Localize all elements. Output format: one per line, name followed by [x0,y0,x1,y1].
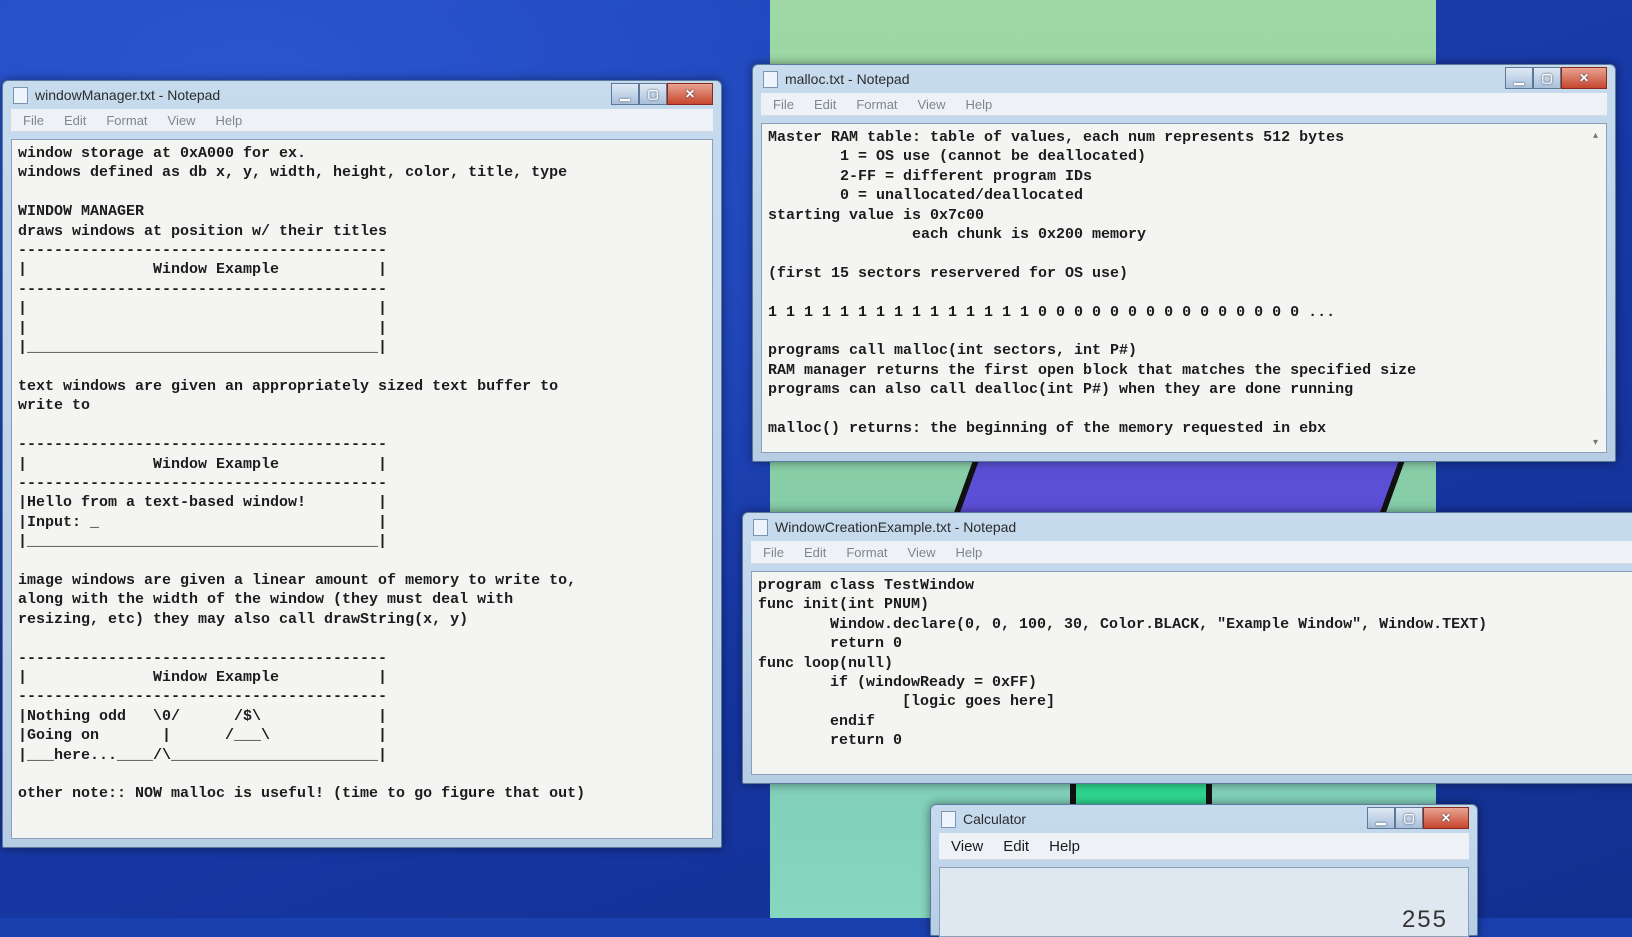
notepad-icon [753,519,768,536]
maximize-button[interactable]: ▢ [1533,67,1561,89]
notepad-window-window-manager[interactable]: windowManager.txt - Notepad ▁ ▢ ✕ File E… [2,80,722,848]
title-bar[interactable]: WindowCreationExample.txt - Notepad [743,513,1632,541]
maximize-icon: ▢ [1403,811,1415,825]
menu-view[interactable]: View [908,545,936,560]
menu-view[interactable]: View [951,838,983,855]
menu-bar: File Edit Format View Help [751,541,1632,564]
document-text: window storage at 0xA000 for ex. windows… [18,145,586,803]
menu-file[interactable]: File [23,113,44,128]
menu-format[interactable]: Format [106,113,147,128]
scroll-up-icon[interactable]: ▴ [1593,130,1598,141]
menu-help[interactable]: Help [965,97,992,112]
menu-view[interactable]: View [918,97,946,112]
close-icon: ✕ [1440,811,1452,825]
calculator-display: 255 [1401,906,1448,933]
menu-bar: File Edit Format View Help [761,93,1607,116]
menu-bar: View Edit Help [939,833,1469,860]
menu-format[interactable]: Format [846,545,887,560]
menu-help[interactable]: Help [955,545,982,560]
notepad-window-window-creation-example[interactable]: WindowCreationExample.txt - Notepad File… [742,512,1632,784]
menu-view[interactable]: View [168,113,196,128]
maximize-button[interactable]: ▢ [639,83,667,105]
document-text: Master RAM table: table of values, each … [768,129,1417,438]
minimize-button[interactable]: ▁ [1505,67,1533,89]
window-title: malloc.txt - Notepad [785,71,910,87]
close-button[interactable]: ✕ [1423,807,1469,829]
window-title: WindowCreationExample.txt - Notepad [775,519,1017,535]
maximize-icon: ▢ [1541,71,1553,85]
window-title: Calculator [963,811,1027,827]
caption-buttons: ▁ ▢ ✕ [1367,807,1469,829]
notepad-icon [763,71,778,88]
close-icon: ✕ [1578,71,1590,85]
text-area[interactable]: window storage at 0xA000 for ex. windows… [11,139,713,839]
minimize-icon: ▁ [1514,71,1524,85]
menu-file[interactable]: File [763,545,784,560]
text-area[interactable]: Master RAM table: table of values, each … [761,123,1607,453]
maximize-icon: ▢ [647,87,659,101]
title-bar[interactable]: windowManager.txt - Notepad ▁ ▢ ✕ [3,81,721,109]
caption-buttons: ▁ ▢ ✕ [611,83,713,105]
minimize-button[interactable]: ▁ [1367,807,1395,829]
close-icon: ✕ [684,87,696,101]
menu-edit[interactable]: Edit [64,113,86,128]
minimize-button[interactable]: ▁ [611,83,639,105]
minimize-icon: ▁ [620,87,630,101]
notepad-window-malloc[interactable]: malloc.txt - Notepad ▁ ▢ ✕ File Edit For… [752,64,1616,462]
close-button[interactable]: ✕ [1561,67,1607,89]
menu-bar: File Edit Format View Help [11,109,713,132]
menu-help[interactable]: Help [215,113,242,128]
menu-edit[interactable]: Edit [804,545,826,560]
calculator-window[interactable]: Calculator ▁ ▢ ✕ View Edit Help 255 [930,804,1478,937]
menu-format[interactable]: Format [856,97,897,112]
caption-buttons: ▁ ▢ ✕ [1505,67,1607,89]
text-area[interactable]: program class TestWindow func init(int P… [751,571,1632,775]
title-bar[interactable]: Calculator ▁ ▢ ✕ [931,805,1477,833]
menu-edit[interactable]: Edit [814,97,836,112]
document-text: program class TestWindow func init(int P… [758,577,1488,750]
maximize-button[interactable]: ▢ [1395,807,1423,829]
close-button[interactable]: ✕ [667,83,713,105]
menu-help[interactable]: Help [1049,838,1080,855]
menu-file[interactable]: File [773,97,794,112]
title-bar[interactable]: malloc.txt - Notepad ▁ ▢ ✕ [753,65,1615,93]
minimize-icon: ▁ [1376,811,1386,825]
window-title: windowManager.txt - Notepad [35,87,221,103]
scroll-down-icon[interactable]: ▾ [1593,437,1598,448]
menu-edit[interactable]: Edit [1003,838,1029,855]
notepad-icon [13,87,28,104]
calculator-body: 255 [939,867,1469,937]
calculator-icon [941,811,956,828]
